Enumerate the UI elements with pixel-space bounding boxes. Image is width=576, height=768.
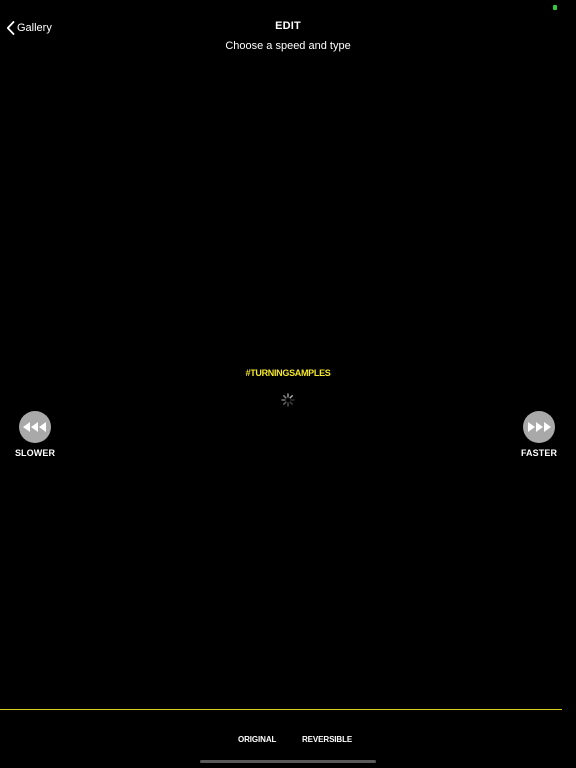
- type-divider: [0, 709, 562, 710]
- type-option-reversible[interactable]: REVERSIBLE: [302, 735, 352, 744]
- faster-label: FASTER: [520, 448, 558, 458]
- status-indicator: [553, 5, 557, 10]
- hashtag-label: #TURNINGSAMPLES: [245, 368, 331, 378]
- page-title: EDIT: [275, 20, 301, 32]
- home-indicator: [200, 760, 376, 763]
- rewind-icon: [19, 411, 51, 443]
- spinner-icon: [281, 393, 295, 407]
- faster-button[interactable]: FASTER: [519, 411, 559, 458]
- page-subtitle: Choose a speed and type: [225, 40, 351, 52]
- type-option-original[interactable]: ORIGINAL: [238, 735, 276, 744]
- slower-button[interactable]: SLOWER: [15, 411, 55, 458]
- fast-forward-icon: [523, 411, 555, 443]
- slower-label: SLOWER: [14, 448, 56, 458]
